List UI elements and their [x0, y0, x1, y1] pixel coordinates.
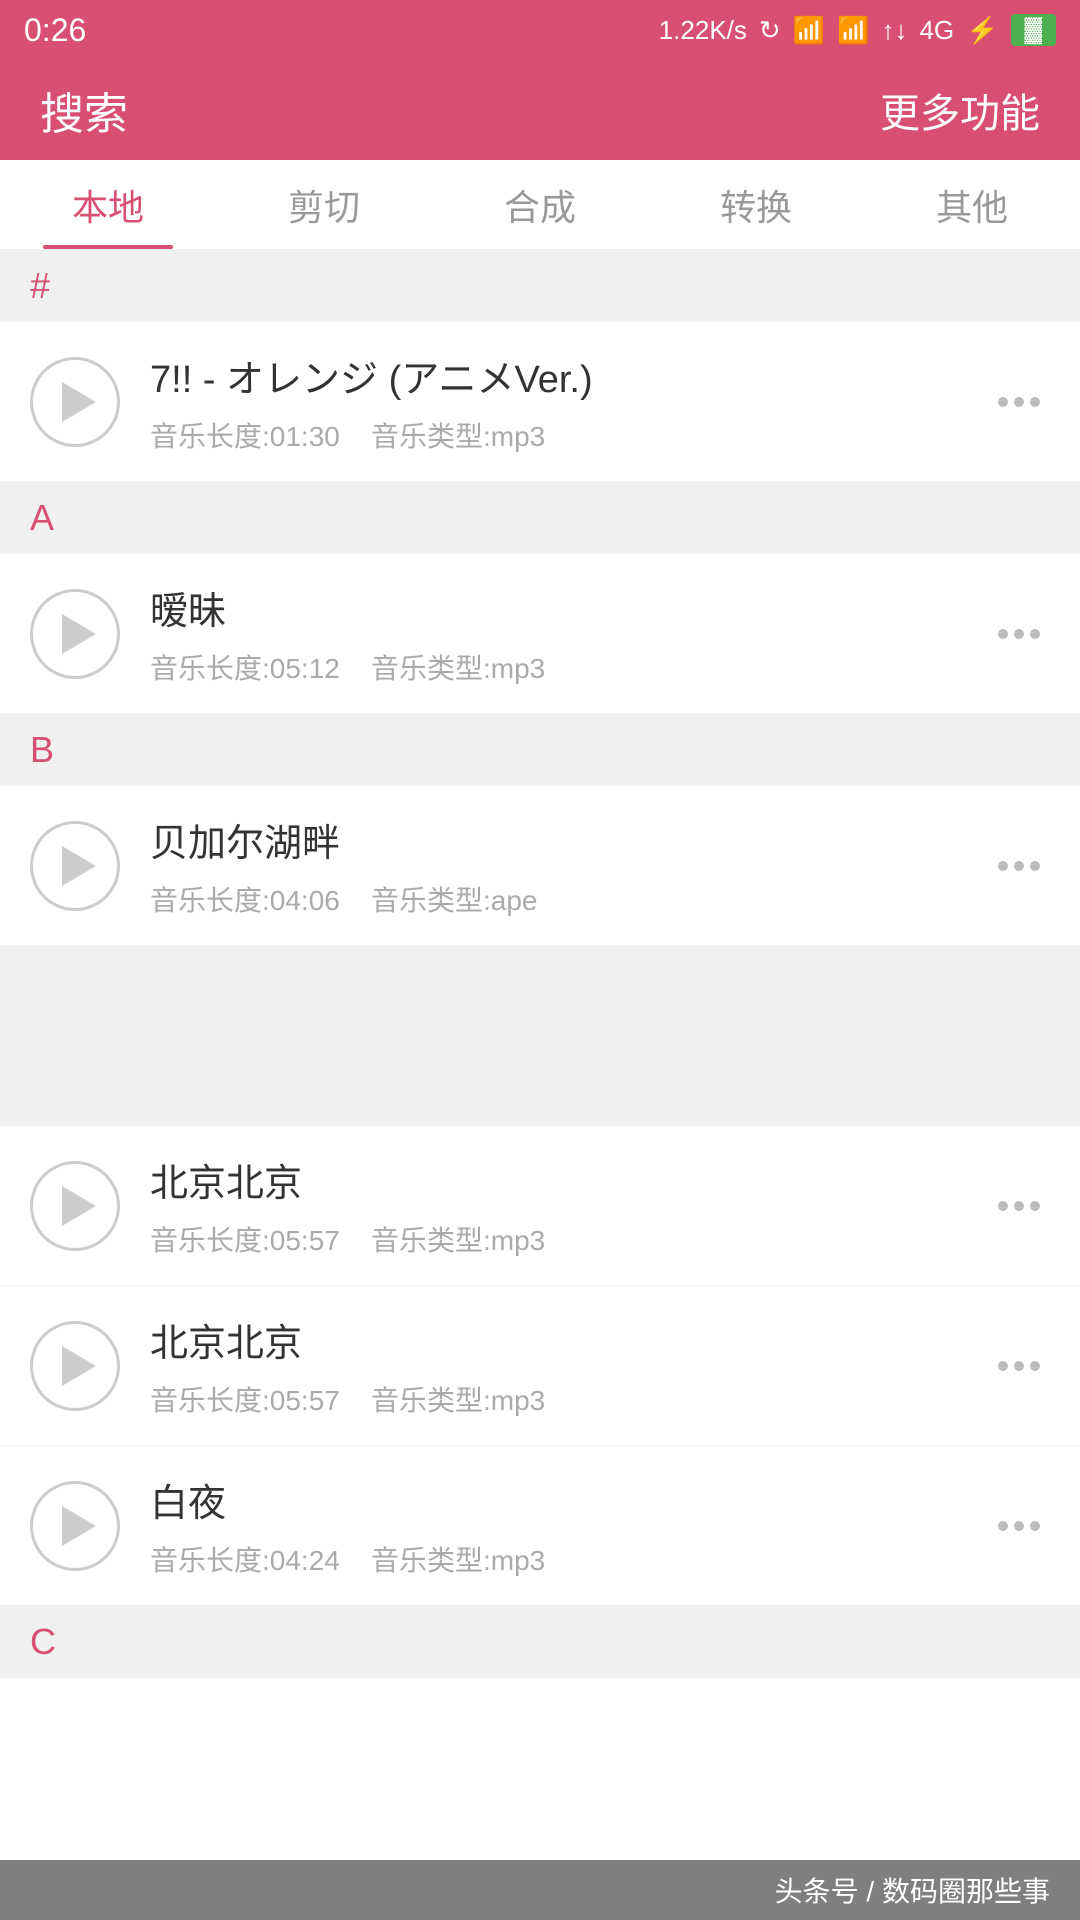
more-options-button[interactable] [988, 619, 1050, 649]
tab-local[interactable]: 本地 [0, 160, 216, 249]
section-header-hash: # [0, 250, 1080, 322]
music-info: 暧昧 音乐长度:05:12 音乐类型:mp3 [150, 580, 988, 687]
play-button[interactable] [30, 589, 120, 679]
section-header-a: A [0, 482, 1080, 554]
music-info: 白夜 音乐长度:04:24 音乐类型:mp3 [150, 1472, 988, 1579]
battery-icon: ▓ [1011, 14, 1057, 46]
signal-icon: 📶 [837, 15, 869, 46]
music-item: 贝加尔湖畔 音乐长度:04:06 音乐类型:ape [0, 786, 1080, 946]
section-letter: A [30, 497, 54, 539]
play-button[interactable] [30, 357, 120, 447]
play-icon [62, 846, 96, 886]
watermark: 头条号 / 数码圈那些事 [0, 1860, 1080, 1920]
section-header-b: B [0, 714, 1080, 786]
music-meta: 音乐长度:04:24 音乐类型:mp3 [150, 1539, 988, 1579]
play-icon [62, 1506, 96, 1546]
music-meta: 音乐长度:05:57 音乐类型:mp3 [150, 1219, 988, 1259]
music-meta: 音乐长度:01:30 音乐类型:mp3 [150, 415, 988, 455]
music-item: 7!! - オレンジ (アニメVer.) 音乐长度:01:30 音乐类型:mp3 [0, 322, 1080, 482]
music-info: 北京北京 音乐长度:05:57 音乐类型:mp3 [150, 1152, 988, 1259]
tab-convert[interactable]: 转换 [648, 160, 864, 249]
music-title: 北京北京 [150, 1152, 988, 1207]
section-letter: # [30, 265, 50, 307]
music-title: 北京北京 [150, 1312, 988, 1367]
music-title: 暧昧 [150, 580, 988, 635]
play-button[interactable] [30, 1481, 120, 1571]
music-info: 贝加尔湖畔 音乐长度:04:06 音乐类型:ape [150, 812, 988, 919]
section-letter: C [30, 1621, 56, 1663]
wifi-icon: 📶 [793, 15, 825, 46]
network-speed: 1.22K/s [659, 15, 747, 46]
play-icon [62, 614, 96, 654]
more-options-button[interactable] [988, 1191, 1050, 1221]
music-meta: 音乐长度:05:57 音乐类型:mp3 [150, 1379, 988, 1419]
tab-other[interactable]: 其他 [864, 160, 1080, 249]
music-meta: 音乐长度:05:12 音乐类型:mp3 [150, 647, 988, 687]
play-button[interactable] [30, 821, 120, 911]
more-options-button[interactable] [988, 1351, 1050, 1381]
status-icons: 1.22K/s ↻ 📶 📶 ↑↓ 4G ⚡ ▓ [659, 14, 1056, 46]
search-button[interactable]: 搜索 [40, 78, 128, 142]
play-icon [62, 1186, 96, 1226]
more-functions-button[interactable]: 更多功能 [880, 81, 1040, 139]
tab-compose[interactable]: 合成 [432, 160, 648, 249]
music-title: 贝加尔湖畔 [150, 812, 988, 867]
play-icon [62, 382, 96, 422]
more-options-button[interactable] [988, 851, 1050, 881]
section-letter: B [30, 729, 54, 771]
status-bar: 0:26 1.22K/s ↻ 📶 📶 ↑↓ 4G ⚡ ▓ [0, 0, 1080, 60]
play-button[interactable] [30, 1321, 120, 1411]
section-header-c: C [0, 1606, 1080, 1678]
sync-icon: ↻ [759, 15, 781, 46]
music-info: 北京北京 音乐长度:05:57 音乐类型:mp3 [150, 1312, 988, 1419]
status-time: 0:26 [24, 12, 86, 49]
tab-cut[interactable]: 剪切 [216, 160, 432, 249]
section-spacer [0, 946, 1080, 1126]
play-button[interactable] [30, 1161, 120, 1251]
signal-alt-icon: ↑↓ [881, 15, 907, 46]
music-item: 暧昧 音乐长度:05:12 音乐类型:mp3 [0, 554, 1080, 714]
watermark-text: 头条号 / 数码圈那些事 [775, 1870, 1050, 1910]
network-type: 4G [919, 15, 954, 46]
music-item: 白夜 音乐长度:04:24 音乐类型:mp3 [0, 1446, 1080, 1606]
music-title: 7!! - オレンジ (アニメVer.) [150, 348, 988, 403]
music-meta: 音乐长度:04:06 音乐类型:ape [150, 879, 988, 919]
play-icon [62, 1346, 96, 1386]
more-options-button[interactable] [988, 1511, 1050, 1541]
more-options-button[interactable] [988, 387, 1050, 417]
app-header: 搜索 更多功能 [0, 60, 1080, 160]
music-title: 白夜 [150, 1472, 988, 1527]
music-info: 7!! - オレンジ (アニメVer.) 音乐长度:01:30 音乐类型:mp3 [150, 348, 988, 455]
music-item: 北京北京 音乐长度:05:57 音乐类型:mp3 [0, 1126, 1080, 1286]
tab-bar: 本地 剪切 合成 转换 其他 [0, 160, 1080, 250]
battery-charging-icon: ⚡ [966, 15, 998, 46]
music-item: 北京北京 音乐长度:05:57 音乐类型:mp3 [0, 1286, 1080, 1446]
